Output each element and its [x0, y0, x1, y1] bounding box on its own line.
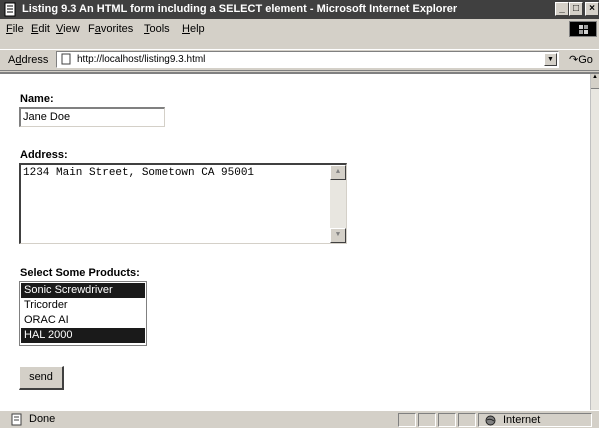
- address-bar: Address http://localhost/listing9.3.html…: [0, 49, 599, 71]
- address-url: http://localhost/listing9.3.html: [77, 54, 206, 65]
- status-pane-2: [418, 413, 436, 427]
- go-button[interactable]: ↷Go: [569, 53, 593, 66]
- scroll-up-icon[interactable]: ▲: [330, 165, 346, 180]
- products-label: Select Some Products:: [20, 267, 140, 279]
- security-zone-pane: Internet: [478, 413, 592, 427]
- minimize-button[interactable]: _: [555, 2, 569, 16]
- product-option-tricorder[interactable]: Tricorder: [21, 298, 145, 313]
- go-arrow-icon: ↷: [569, 54, 579, 66]
- menu-help[interactable]: Help: [182, 23, 205, 35]
- maximize-button[interactable]: □: [569, 2, 583, 16]
- status-bar: Done Internet: [0, 410, 599, 428]
- globe-icon: [485, 415, 496, 426]
- status-pane-1: [398, 413, 416, 427]
- zone-text: Internet: [503, 414, 541, 426]
- name-input[interactable]: Jane Doe: [19, 107, 165, 127]
- page-scrollbar[interactable]: ▲: [590, 74, 599, 410]
- address-textarea-value: 1234 Main Street, Sometown CA 95001: [23, 167, 255, 179]
- products-select[interactable]: Sonic Screwdriver Tricorder ORAC AI HAL …: [19, 281, 147, 346]
- page-viewport: ▲ Name: Jane Doe Address: 1234 Main Stre…: [0, 72, 599, 410]
- address-input[interactable]: http://localhost/listing9.3.html ▼: [56, 51, 559, 68]
- scroll-down-icon[interactable]: ▼: [330, 228, 346, 243]
- address-label: Address: [8, 54, 49, 66]
- menu-tools[interactable]: Tools: [144, 23, 170, 35]
- status-pane-4: [458, 413, 476, 427]
- address-field-label: Address:: [20, 149, 68, 161]
- windows-logo-icon: [569, 21, 597, 37]
- send-button[interactable]: send: [19, 366, 64, 390]
- scroll-up-icon[interactable]: ▲: [591, 74, 599, 89]
- page-icon: [61, 53, 71, 65]
- page-done-icon: [11, 413, 22, 426]
- address-dropdown-button[interactable]: ▼: [544, 53, 557, 66]
- close-button[interactable]: ×: [585, 2, 599, 16]
- textarea-scrollbar[interactable]: ▲ ▼: [330, 165, 346, 243]
- status-text: Done: [29, 413, 56, 425]
- product-option-orac-ai[interactable]: ORAC AI: [21, 313, 145, 328]
- menu-bar: File Edit View Favorites Tools Help: [0, 20, 599, 38]
- menu-favorites[interactable]: Favorites: [88, 23, 133, 35]
- title-bar: Listing 9.3 An HTML form including a SEL…: [0, 0, 599, 19]
- browser-window: Listing 9.3 An HTML form including a SEL…: [0, 0, 599, 428]
- menu-edit[interactable]: Edit: [31, 23, 50, 35]
- address-textarea[interactable]: 1234 Main Street, Sometown CA 95001 ▲ ▼: [19, 163, 347, 244]
- window-title: Listing 9.3 An HTML form including a SEL…: [22, 3, 458, 15]
- menu-file[interactable]: File: [6, 23, 24, 35]
- product-option-hal-2000[interactable]: HAL 2000: [21, 328, 145, 343]
- product-option-sonic-screwdriver[interactable]: Sonic Screwdriver: [21, 283, 145, 298]
- menu-view[interactable]: View: [56, 23, 80, 35]
- ie-page-icon: [4, 2, 16, 17]
- name-label: Name:: [20, 93, 54, 105]
- status-pane-3: [438, 413, 456, 427]
